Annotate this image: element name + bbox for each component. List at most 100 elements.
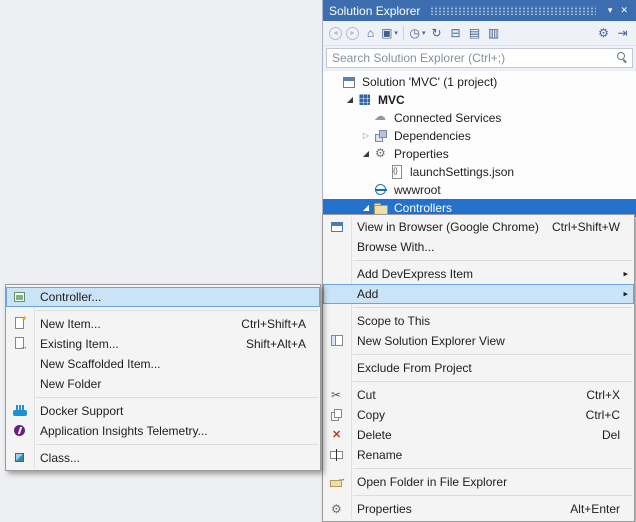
menu-item-label: Open Folder in File Explorer [357, 475, 508, 489]
properties-pages-icon-glyph: ▥ [487, 26, 500, 40]
menu-item-label: Add DevExpress Item [357, 267, 474, 281]
menu-icon-slot [323, 311, 351, 331]
menu-separator [36, 310, 318, 311]
menu-item[interactable]: Add DevExpress Item ▸ [323, 264, 634, 284]
menu-item[interactable]: Controller... [6, 287, 320, 307]
menu-icon-slot [323, 358, 351, 378]
menu-item[interactable]: Docker Support [6, 401, 320, 421]
back-icon-glyph: ◄ [332, 29, 339, 37]
sync-with-active-document-icon[interactable]: ↻ [428, 24, 445, 42]
collapsed-arrow-icon[interactable]: ▷ [359, 132, 373, 140]
menu-item[interactable]: View in Browser (Google Chrome) Ctrl+Shif… [323, 217, 634, 237]
forward-icon[interactable]: ► [346, 26, 359, 40]
preview-selected-items-icon[interactable]: ⇥ [614, 24, 631, 42]
expanded-arrow-icon[interactable]: ◢ [343, 96, 357, 104]
expanded-arrow-icon[interactable]: ◢ [359, 150, 373, 158]
menu-item[interactable]: Application Insights Telemetry... [6, 421, 320, 441]
titlebar-buttons: ▾ ✕ [604, 0, 632, 21]
collapse-all-icon[interactable]: ⊟ [447, 24, 464, 42]
switch-views-icon-glyph: ▣ [381, 26, 393, 40]
menu-item[interactable]: Exclude From Project [323, 358, 634, 378]
menu-icon-slot [6, 354, 34, 374]
menu-item-label: Existing Item... [40, 337, 119, 351]
existing-item-icon [6, 334, 34, 354]
solution-explorer-toolbar: ◄ ► ⌂ ▣ ▾ ◷ ▾ ↻ ⊟ ▤ ▥ ⚙ ⇥ [323, 21, 636, 46]
search-input[interactable] [326, 48, 633, 68]
tree-item-label: Solution 'MVC' (1 project) [362, 75, 498, 89]
menu-item[interactable]: New Item... Ctrl+Shift+A [6, 314, 320, 334]
switch-views-icon[interactable]: ▣ ▾ [381, 24, 398, 42]
menu-item-label: New Scaffolded Item... [40, 357, 161, 371]
tree-item-label: wwwroot [394, 183, 441, 197]
home-icon[interactable]: ⌂ [362, 24, 379, 42]
close-icon[interactable]: ✕ [616, 0, 632, 21]
menu-item[interactable]: New Folder [6, 374, 320, 394]
cut-icon [323, 385, 351, 405]
app-insights-icon [6, 421, 34, 441]
menu-shortcut: Ctrl+X [586, 388, 620, 402]
submenu-arrow-icon: ▸ [623, 288, 628, 299]
tree-row[interactable]: launchSettings.json [323, 163, 636, 181]
menu-item[interactable]: Open Folder in File Explorer [323, 472, 634, 492]
window-position-icon[interactable]: ▾ [604, 0, 617, 21]
solution-view-icon [323, 331, 351, 351]
tree-item-label: Properties [394, 147, 449, 161]
tree-row[interactable]: Connected Services [323, 109, 636, 127]
menu-item-label: Scope to This [357, 314, 431, 328]
menu-item-label: New Solution Explorer View [357, 334, 505, 348]
tree-row[interactable]: ◢ Properties [323, 145, 636, 163]
rename-icon [323, 445, 351, 465]
tree-row[interactable]: wwwroot [323, 181, 636, 199]
dropdown-caret-icon: ▾ [394, 29, 398, 37]
menu-separator [353, 381, 632, 382]
open-folder-icon [323, 472, 351, 492]
menu-separator [353, 495, 632, 496]
tree-row[interactable]: Solution 'MVC' (1 project) [323, 73, 636, 91]
back-icon[interactable]: ◄ [329, 26, 342, 40]
preview-selected-items-icon-glyph: ⇥ [617, 26, 628, 40]
menu-shortcut: Ctrl+Shift+W [551, 220, 620, 234]
menu-item[interactable]: Class... [6, 448, 320, 468]
tree-row[interactable]: ▷ Dependencies [323, 127, 636, 145]
toolbar-separator [403, 26, 404, 40]
menu-item-label: Exclude From Project [357, 361, 472, 375]
tree-item-label: launchSettings.json [410, 165, 515, 179]
menu-item-label: Browse With... [357, 240, 435, 254]
menu-icon-slot [6, 374, 34, 394]
wrench-icon[interactable]: ⚙ [595, 24, 612, 42]
search-icon[interactable] [617, 52, 628, 63]
menu-item[interactable]: Cut Ctrl+X [323, 385, 634, 405]
tree-row[interactable]: ◢ MVC [323, 91, 636, 109]
menu-separator [36, 397, 318, 398]
globe-icon [373, 182, 389, 198]
class-icon [6, 448, 34, 468]
properties-pages-icon[interactable]: ▥ [485, 24, 502, 42]
show-all-files-icon[interactable]: ▤ [466, 24, 483, 42]
add-submenu: Controller... New Item... Ctrl+Shift+A Exis… [5, 284, 321, 471]
solution-explorer-titlebar[interactable]: Solution Explorer ▾ ✕ [323, 0, 636, 21]
menu-item[interactable]: New Scaffolded Item... [6, 354, 320, 374]
visual-studio-workspace: Solution Explorer ▾✕ ◄►⌂▣▾◷▾↻⊟▤▥⚙⇥ Solut… [0, 0, 636, 522]
menu-separator [36, 444, 318, 445]
menu-item[interactable]: Existing Item... Shift+Alt+A [6, 334, 320, 354]
delete-icon [323, 425, 351, 445]
titlebar-grip[interactable] [430, 6, 596, 15]
pending-changes-filter-icon[interactable]: ◷ ▾ [409, 24, 426, 42]
menu-shortcut: Ctrl+Shift+A [241, 317, 306, 331]
wrench-icon [323, 499, 351, 519]
expanded-arrow-icon[interactable]: ◢ [359, 204, 373, 212]
menu-item[interactable]: Rename [323, 445, 634, 465]
submenu-arrow-icon: ▸ [623, 268, 628, 279]
dependencies-icon [373, 128, 389, 144]
menu-item[interactable]: Delete Del [323, 425, 634, 445]
menu-item[interactable]: Scope to This [323, 311, 634, 331]
menu-item[interactable]: Properties Alt+Enter [323, 499, 634, 519]
menu-item[interactable]: Copy Ctrl+C [323, 405, 634, 425]
menu-item[interactable]: New Solution Explorer View [323, 331, 634, 351]
browser-icon [323, 217, 351, 237]
menu-item[interactable]: Browse With... [323, 237, 634, 257]
menu-item-label: Class... [40, 451, 81, 465]
collapse-all-icon-glyph: ⊟ [450, 26, 461, 40]
json-file-icon [389, 164, 405, 180]
menu-item[interactable]: Add ▸ [323, 284, 634, 304]
